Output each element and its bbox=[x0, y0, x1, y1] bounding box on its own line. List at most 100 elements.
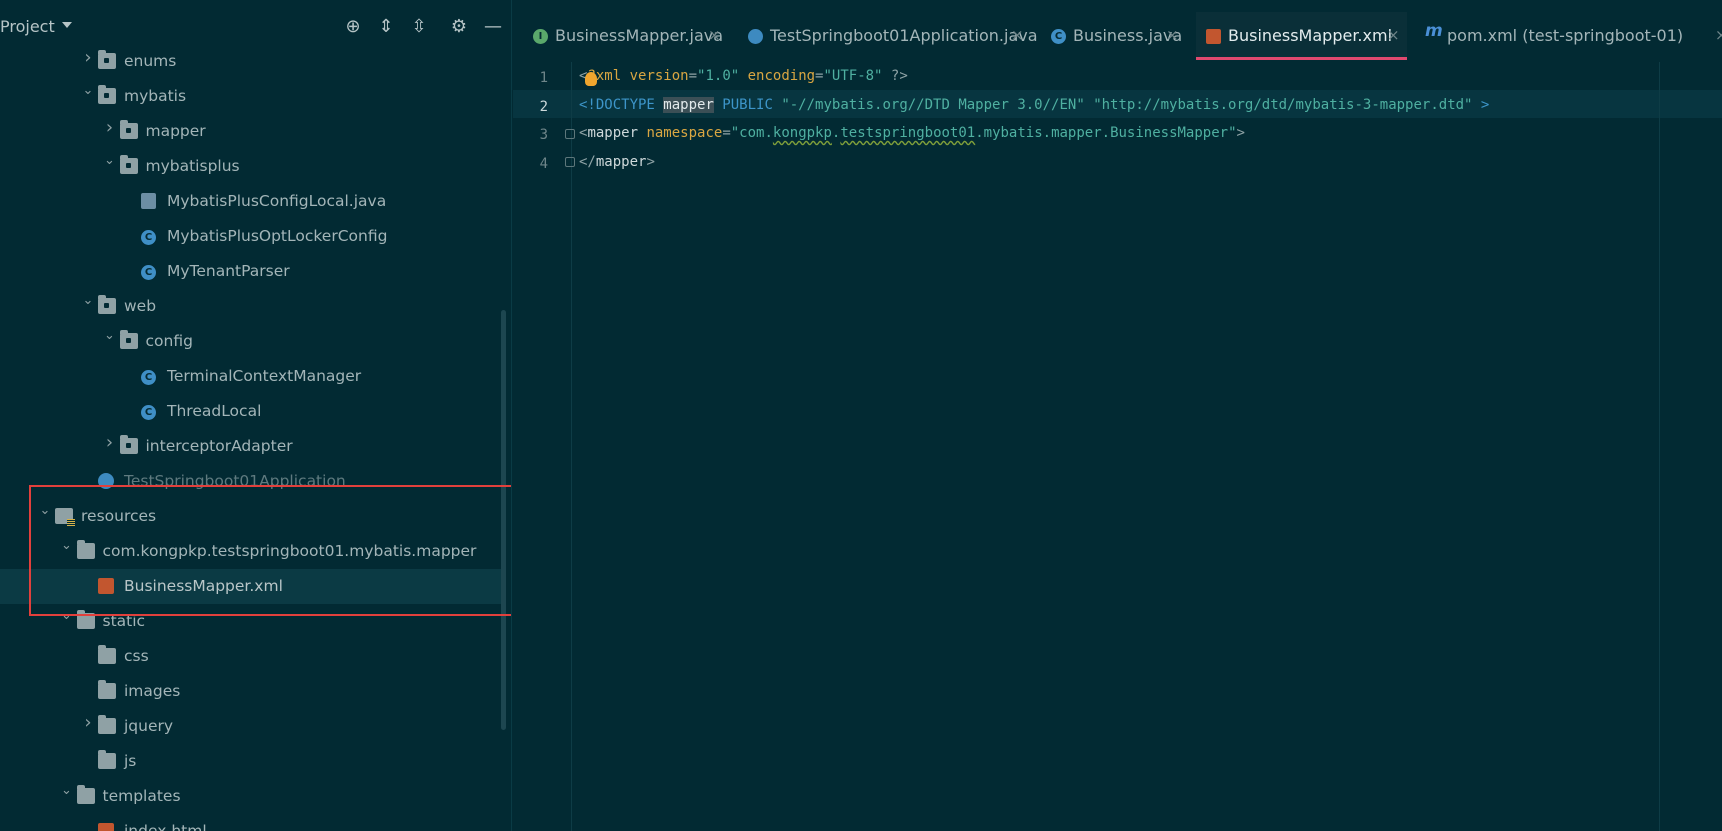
fold-marker-icon[interactable] bbox=[565, 157, 575, 167]
tree-item[interactable]: › interceptorAdapter bbox=[0, 429, 505, 464]
tree-item[interactable]: C TerminalContextManager bbox=[0, 359, 505, 394]
chevron-right-icon[interactable]: › bbox=[104, 119, 116, 137]
code-token: PUBLIC bbox=[713, 96, 782, 113]
tree-item[interactable]: C MyTenantParser bbox=[0, 254, 505, 289]
tree-item[interactable]: ⌄ mybatisplus bbox=[0, 149, 505, 184]
tree-item[interactable]: ⌄ mybatis bbox=[0, 79, 505, 114]
fold-marker-icon[interactable] bbox=[565, 129, 575, 139]
tree-item[interactable]: C ThreadLocal bbox=[0, 394, 505, 429]
tree-item[interactable]: › jquery bbox=[0, 709, 505, 744]
chevron-down-icon[interactable]: ⌄ bbox=[104, 328, 116, 344]
tree-item-label: mybatis bbox=[124, 87, 187, 105]
package-icon bbox=[98, 50, 116, 69]
code-token: ?> bbox=[882, 68, 908, 84]
tab-label: pom.xml (test-springboot-01) bbox=[1447, 26, 1684, 45]
chevron-down-icon[interactable]: ⌄ bbox=[104, 153, 116, 169]
tab-label: TestSpringboot01Application.java bbox=[770, 26, 1038, 45]
tree-item-label: TerminalContextManager bbox=[167, 367, 362, 385]
chevron-down-icon[interactable]: ⌄ bbox=[82, 83, 94, 99]
code-token: mapper bbox=[587, 125, 639, 141]
editor-tab[interactable]: TestSpringboot01Application.java × bbox=[738, 12, 1038, 60]
annotation-highlight-box bbox=[29, 485, 511, 616]
settings-icon[interactable]: ⚙ bbox=[448, 16, 470, 38]
tree-item-label: ThreadLocal bbox=[167, 402, 262, 420]
code-token: "-//mybatis.org//DTD Mapper 3.0//EN" bbox=[781, 96, 1085, 113]
right-margin-guide bbox=[1659, 62, 1660, 831]
tree-item[interactable]: ⌄ config bbox=[0, 324, 505, 359]
code-line[interactable]: <!DOCTYPE mapper PUBLIC "-//mybatis.org/… bbox=[579, 96, 1490, 113]
code-token: "com. bbox=[730, 125, 773, 141]
chevron-right-icon[interactable]: › bbox=[82, 49, 94, 67]
close-icon[interactable]: × bbox=[1166, 26, 1179, 44]
collapse-all-icon[interactable]: ⇳ bbox=[408, 16, 430, 38]
tree-item-label: MyTenantParser bbox=[167, 262, 290, 280]
tree-item-label: images bbox=[124, 682, 181, 700]
code-editor: I BusinessMapper.java × TestSpringboot01App… bbox=[513, 0, 1722, 831]
class-icon: C bbox=[141, 265, 156, 280]
code-token: encoding bbox=[739, 68, 816, 84]
package-icon bbox=[119, 330, 138, 349]
code-line[interactable]: <?xml version="1.0" encoding="UTF-8" ?> bbox=[579, 68, 908, 84]
tree-item-label: index.html bbox=[124, 822, 207, 831]
code-token: kongpkp bbox=[772, 125, 832, 141]
tab-label: BusinessMapper.xml bbox=[1228, 26, 1393, 45]
tree-item[interactable]: index.html bbox=[0, 814, 505, 831]
expand-all-icon[interactable]: ⇕ bbox=[375, 16, 397, 38]
code-token: namespace bbox=[638, 125, 723, 141]
editor-tab[interactable]: C Business.java × bbox=[1041, 12, 1186, 60]
chevron-right-icon[interactable]: › bbox=[104, 434, 116, 452]
close-icon[interactable]: × bbox=[1011, 26, 1024, 44]
project-view-selector[interactable]: Project bbox=[0, 17, 55, 36]
tree-item[interactable]: images bbox=[0, 674, 505, 709]
tree-item[interactable]: › enums bbox=[0, 44, 505, 79]
maven-icon: m bbox=[1425, 21, 1443, 41]
code-line[interactable]: <mapper namespace="com.kongpkp.testsprin… bbox=[579, 125, 1245, 141]
code-token: > bbox=[1472, 96, 1490, 113]
java-file-icon bbox=[141, 193, 156, 209]
tree-item-label: js bbox=[124, 752, 137, 770]
intention-bulb-icon[interactable] bbox=[585, 72, 597, 86]
close-icon[interactable]: × bbox=[708, 26, 721, 44]
code-token: .mybatis.mapper.BusinessMapper" bbox=[975, 125, 1237, 141]
editor-tab[interactable]: I BusinessMapper.java × bbox=[523, 12, 728, 60]
editor-tab[interactable]: m pom.xml (test-springboot-01) × bbox=[1415, 12, 1722, 60]
locate-icon[interactable]: ⊕ bbox=[342, 16, 364, 38]
tree-item[interactable]: css bbox=[0, 639, 505, 674]
code-token: "1.0" bbox=[697, 68, 740, 84]
chevron-down-icon[interactable]: ⌄ bbox=[61, 783, 73, 799]
tree-item-label: MybatisPlusConfigLocal.java bbox=[167, 192, 387, 210]
line-number-gutter: 1 2 3 4 bbox=[513, 62, 571, 831]
code-token: = bbox=[688, 68, 698, 84]
tree-item[interactable]: › mapper bbox=[0, 114, 505, 149]
tree-item-label: mapper bbox=[145, 122, 206, 140]
code-line[interactable]: </mapper> bbox=[579, 154, 655, 170]
dropdown-caret-icon[interactable] bbox=[62, 22, 72, 28]
class-icon: C bbox=[141, 370, 156, 385]
folder-icon bbox=[76, 785, 95, 804]
tree-item[interactable]: C MybatisPlusOptLockerConfig bbox=[0, 219, 505, 254]
tree-item-label: css bbox=[124, 647, 149, 665]
tree-item[interactable]: ⌄ templates bbox=[0, 779, 505, 814]
tree-item[interactable]: js bbox=[0, 744, 505, 779]
folder-icon bbox=[98, 715, 116, 734]
code-token: > bbox=[1236, 125, 1245, 141]
editor-tab[interactable]: BusinessMapper.xml × bbox=[1196, 12, 1407, 60]
chevron-down-icon[interactable]: ⌄ bbox=[82, 293, 94, 309]
folder-icon bbox=[98, 645, 116, 664]
tree-item[interactable]: ⌄ web bbox=[0, 289, 505, 324]
tree-item[interactable]: MybatisPlusConfigLocal.java bbox=[0, 184, 505, 219]
xml-file-icon bbox=[98, 823, 114, 831]
code-token: <!DOCTYPE bbox=[579, 96, 664, 113]
code-token: "http://mybatis.org/dtd/mybatis-3-mapper… bbox=[1093, 96, 1473, 113]
gutter-separator bbox=[571, 62, 572, 831]
hide-icon[interactable]: — bbox=[482, 16, 504, 38]
spring-app-icon bbox=[748, 29, 763, 44]
close-icon[interactable]: × bbox=[1715, 26, 1722, 44]
chevron-right-icon[interactable]: › bbox=[82, 714, 94, 732]
tree-item-label: jquery bbox=[124, 717, 174, 735]
code-token: mapper bbox=[663, 96, 714, 113]
tree-item-label: MybatisPlusOptLockerConfig bbox=[167, 227, 388, 245]
line-number: 4 bbox=[539, 155, 548, 172]
close-icon[interactable]: × bbox=[1387, 26, 1400, 44]
